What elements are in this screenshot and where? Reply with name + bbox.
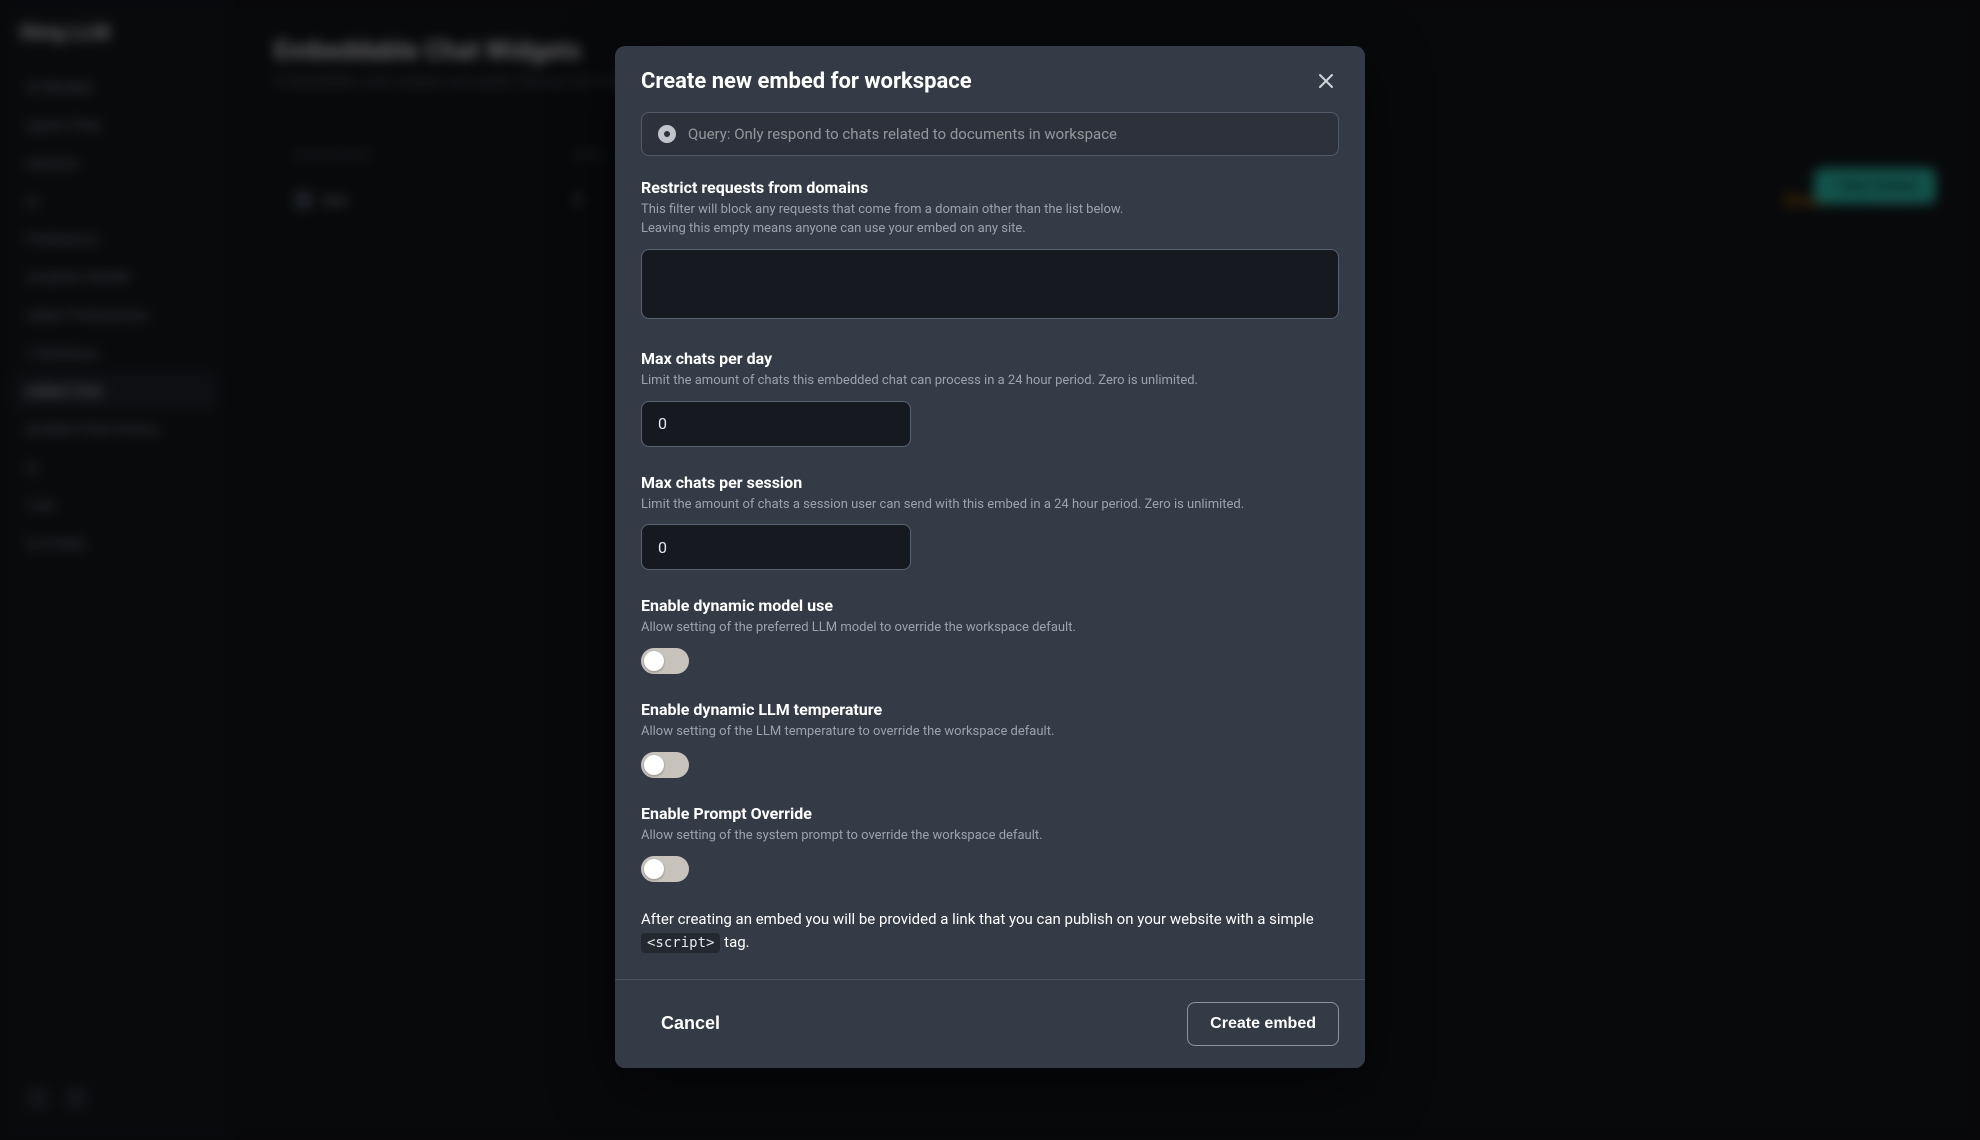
modal-header: Create new embed for workspace [615, 46, 1365, 112]
max-chats-day-input[interactable] [641, 401, 911, 447]
field-desc: This filter will block any requests that… [641, 201, 1339, 239]
field-label: Enable dynamic LLM temperature [641, 700, 1339, 719]
modal-body: Query: Only respond to chats related to … [615, 112, 1365, 979]
modal-footer: Cancel Create embed [615, 979, 1365, 1068]
field-desc: Allow setting of the LLM temperature to … [641, 723, 1339, 742]
field-label: Max chats per session [641, 473, 1339, 492]
max-chats-session-input[interactable] [641, 524, 911, 570]
field-label: Enable Prompt Override [641, 804, 1339, 823]
cancel-button[interactable]: Cancel [641, 1003, 740, 1044]
field-label: Restrict requests from domains [641, 178, 1339, 197]
restrict-domains-field: Restrict requests from domains This filt… [641, 178, 1339, 323]
max-chats-day-field: Max chats per day Limit the amount of ch… [641, 349, 1339, 447]
create-embed-modal: Create new embed for workspace Query: On… [615, 46, 1365, 1068]
prompt-override-toggle[interactable] [641, 856, 689, 882]
field-desc: Limit the amount of chats this embedded … [641, 372, 1339, 391]
dynamic-model-field: Enable dynamic model use Allow setting o… [641, 596, 1339, 674]
restrict-domains-input[interactable] [641, 249, 1339, 319]
radio-icon [658, 125, 676, 143]
after-create-note: After creating an embed you will be prov… [641, 908, 1339, 955]
prompt-override-field: Enable Prompt Override Allow setting of … [641, 804, 1339, 882]
field-desc: Allow setting of the system prompt to ov… [641, 827, 1339, 846]
dynamic-temp-field: Enable dynamic LLM temperature Allow set… [641, 700, 1339, 778]
modal-overlay: Create new embed for workspace Query: On… [0, 0, 1980, 1140]
field-label: Enable dynamic model use [641, 596, 1339, 615]
dynamic-temp-toggle[interactable] [641, 752, 689, 778]
field-desc: Limit the amount of chats a session user… [641, 496, 1339, 515]
close-icon[interactable] [1313, 68, 1339, 94]
dynamic-model-toggle[interactable] [641, 648, 689, 674]
field-label: Max chats per day [641, 349, 1339, 368]
field-desc: Allow setting of the preferred LLM model… [641, 619, 1339, 638]
radio-label: Query: Only respond to chats related to … [688, 125, 1117, 143]
modal-title: Create new embed for workspace [641, 69, 972, 94]
create-embed-button[interactable]: Create embed [1187, 1002, 1339, 1046]
chat-mode-query-option[interactable]: Query: Only respond to chats related to … [641, 112, 1339, 156]
max-chats-session-field: Max chats per session Limit the amount o… [641, 473, 1339, 571]
